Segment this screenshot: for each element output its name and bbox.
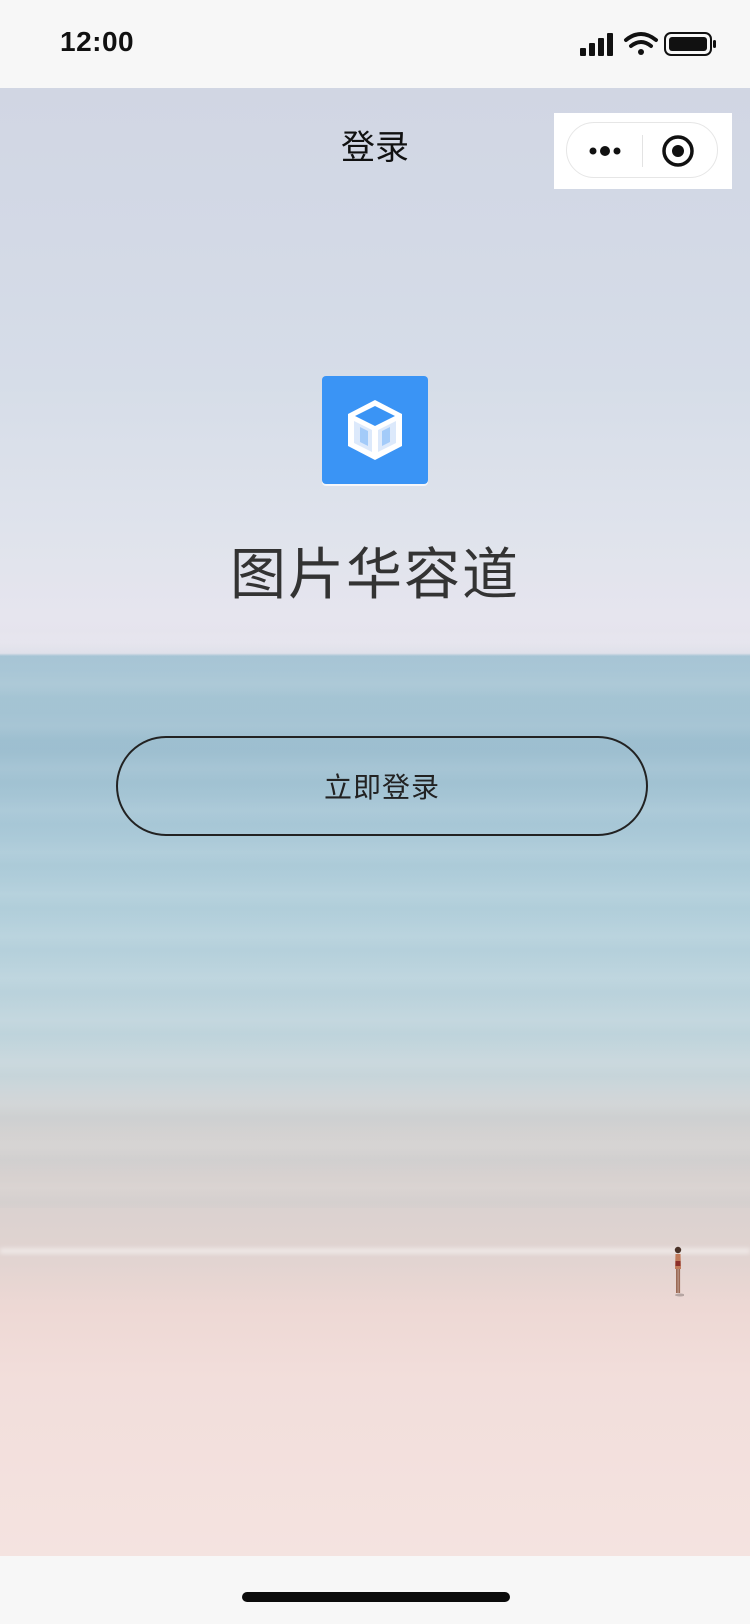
capsule-divider — [642, 135, 643, 167]
shoreline — [0, 1248, 750, 1254]
home-bar — [0, 1556, 750, 1624]
app-logo — [322, 376, 428, 484]
status-icons — [580, 30, 720, 60]
more-icon[interactable] — [585, 135, 631, 167]
cube-icon — [348, 400, 402, 460]
wifi-icon — [624, 32, 658, 55]
person-figure — [674, 1246, 684, 1297]
app-title: 图片华容道 — [230, 543, 520, 608]
signal-icon — [580, 33, 613, 56]
mini-program-capsule — [554, 113, 732, 189]
home-indicator[interactable] — [242, 1592, 510, 1602]
close-target-icon[interactable] — [661, 134, 695, 168]
status-bar: 12:00 — [0, 0, 750, 88]
login-button[interactable]: 立即登录 — [116, 736, 648, 836]
capsule-button-group — [566, 122, 718, 178]
status-time: 12:00 — [60, 26, 135, 57]
battery-icon — [664, 32, 716, 56]
